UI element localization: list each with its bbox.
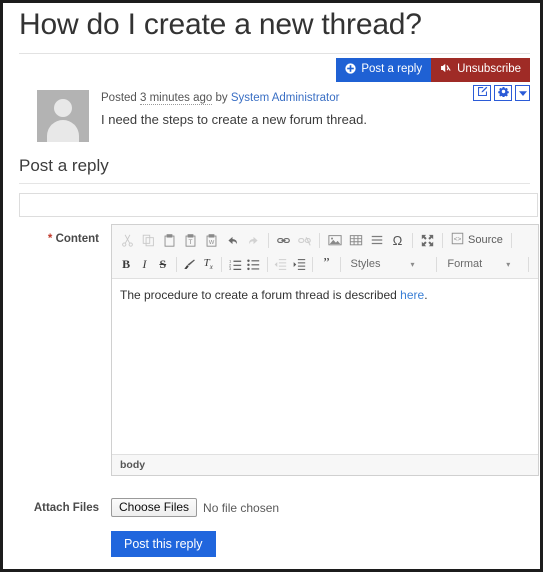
post-author-link[interactable]: System Administrator xyxy=(231,92,340,104)
original-post: Posted 3 minutes ago by System Administr… xyxy=(37,90,532,142)
content-label-text: Content xyxy=(55,233,99,245)
remove-format-icon[interactable]: Tx xyxy=(199,254,217,274)
post-meta: Posted 3 minutes ago by System Administr… xyxy=(101,90,367,105)
outdent-icon[interactable] xyxy=(272,254,290,274)
special-char-icon[interactable]: Ω xyxy=(387,230,408,250)
toolbar-separator xyxy=(268,232,269,248)
toolbar-separator xyxy=(528,256,530,272)
bell-slash-icon xyxy=(440,62,452,78)
copy-icon[interactable] xyxy=(138,230,159,250)
svg-text:T: T xyxy=(189,238,193,245)
remove-format-brush-icon[interactable] xyxy=(181,254,199,274)
editor-content-area[interactable]: The procedure to create a forum thread i… xyxy=(112,279,538,454)
format-dropdown[interactable]: Format ▾ xyxy=(441,254,524,274)
post-body-text: I need the steps to create a new forum t… xyxy=(101,112,367,127)
editor-toolbar-row-2: B I S Tx 1 2 3 ” Styles ▾ Format ▾ xyxy=(117,252,533,276)
file-chosen-status: No file chosen xyxy=(203,500,280,515)
file-input-control: Choose Files No file chosen xyxy=(111,498,280,518)
toolbar-separator xyxy=(319,232,320,248)
toolbar-separator xyxy=(221,256,223,272)
attach-files-row: Attach Files Choose Files No file chosen xyxy=(11,498,532,518)
reply-section-divider xyxy=(19,183,530,184)
element-path-body[interactable]: body xyxy=(120,459,145,471)
image-icon[interactable] xyxy=(324,230,345,250)
toolbar-separator xyxy=(175,256,177,272)
editor-text-after: . xyxy=(424,288,428,302)
table-icon[interactable] xyxy=(345,230,366,250)
required-marker: * xyxy=(47,233,53,245)
maximize-icon[interactable] xyxy=(417,230,438,250)
chevron-down-icon: ▾ xyxy=(506,259,511,269)
bulleted-list-icon[interactable] xyxy=(245,254,263,274)
plus-circle-icon xyxy=(345,63,356,78)
source-button[interactable]: <> Source xyxy=(447,232,507,248)
toolbar-separator xyxy=(266,256,268,272)
cut-icon[interactable] xyxy=(117,230,138,250)
avatar xyxy=(37,90,89,142)
toolbar-separator xyxy=(312,256,314,272)
numbered-list-icon[interactable]: 123 xyxy=(226,254,244,274)
styles-dropdown[interactable]: Styles ▾ xyxy=(345,254,433,274)
paste-word-icon[interactable]: W xyxy=(201,230,222,250)
posted-prefix: Posted xyxy=(101,92,137,104)
bold-icon[interactable]: B xyxy=(117,254,135,274)
source-code-icon: <> xyxy=(451,232,464,248)
styles-label: Styles xyxy=(350,258,381,270)
toolbar-separator xyxy=(442,232,443,248)
avatar-body xyxy=(47,120,79,142)
paste-icon[interactable] xyxy=(159,230,180,250)
svg-text:3: 3 xyxy=(229,266,232,271)
page-title: How do I create a new thread? xyxy=(19,8,422,41)
svg-text:<>: <> xyxy=(454,236,462,243)
svg-text:W: W xyxy=(209,240,215,246)
editor-toolbar-row-1: T W Ω <> Source xyxy=(117,228,533,252)
undo-icon[interactable] xyxy=(222,230,243,250)
editor-toolbar: T W Ω <> Source B I S Tx 1 2 3 ” Styles … xyxy=(112,225,538,279)
redo-icon[interactable] xyxy=(243,230,264,250)
editor-element-path: body xyxy=(112,454,538,475)
unsubscribe-label: Unsubscribe xyxy=(457,63,521,76)
content-field-label: * Content xyxy=(11,224,99,245)
attach-files-label: Attach Files xyxy=(33,501,99,514)
format-label: Format xyxy=(447,258,483,270)
chevron-down-icon: ▾ xyxy=(410,259,415,269)
forum-thread-page: How do I create a new thread? Post a rep… xyxy=(3,3,540,569)
content-field-row: * Content T W Ω <> Source B I S Tx 1 2 3… xyxy=(11,224,539,476)
choose-files-button[interactable]: Choose Files xyxy=(111,498,198,518)
subject-input[interactable] xyxy=(19,193,538,217)
toolbar-separator xyxy=(510,232,512,248)
toolbar-separator xyxy=(436,256,438,272)
italic-icon[interactable]: I xyxy=(135,254,153,274)
strikethrough-icon[interactable]: S xyxy=(154,254,172,274)
unsubscribe-button[interactable]: Unsubscribe xyxy=(431,58,530,82)
rich-text-editor: T W Ω <> Source B I S Tx 1 2 3 ” Styles … xyxy=(111,224,539,476)
source-label: Source xyxy=(468,234,503,246)
blockquote-icon[interactable]: ” xyxy=(317,254,335,274)
paste-text-icon[interactable]: T xyxy=(180,230,201,250)
submit-row: Post this reply xyxy=(11,531,532,558)
post-a-reply-button[interactable]: Post a reply xyxy=(336,58,432,82)
unlink-icon[interactable] xyxy=(294,230,315,250)
toolbar-separator xyxy=(412,232,413,248)
post-this-reply-button[interactable]: Post this reply xyxy=(111,531,216,558)
editor-text-before: The procedure to create a forum thread i… xyxy=(120,288,401,302)
post-by-label: by xyxy=(215,92,228,104)
indent-icon[interactable] xyxy=(290,254,308,274)
screenshot-frame: How do I create a new thread? Post a rep… xyxy=(0,0,543,572)
avatar-head xyxy=(54,99,72,117)
link-icon[interactable] xyxy=(273,230,294,250)
reply-section-heading: Post a reply xyxy=(19,156,109,175)
horizontal-rule-icon[interactable] xyxy=(366,230,387,250)
thread-action-buttons: Post a reply Unsubscribe xyxy=(336,58,530,82)
post-time-ago: 3 minutes ago xyxy=(140,92,213,105)
editor-inline-link[interactable]: here xyxy=(400,288,424,302)
toolbar-separator xyxy=(339,256,341,272)
post-a-reply-label: Post a reply xyxy=(361,63,423,76)
post-content: Posted 3 minutes ago by System Administr… xyxy=(101,90,367,142)
